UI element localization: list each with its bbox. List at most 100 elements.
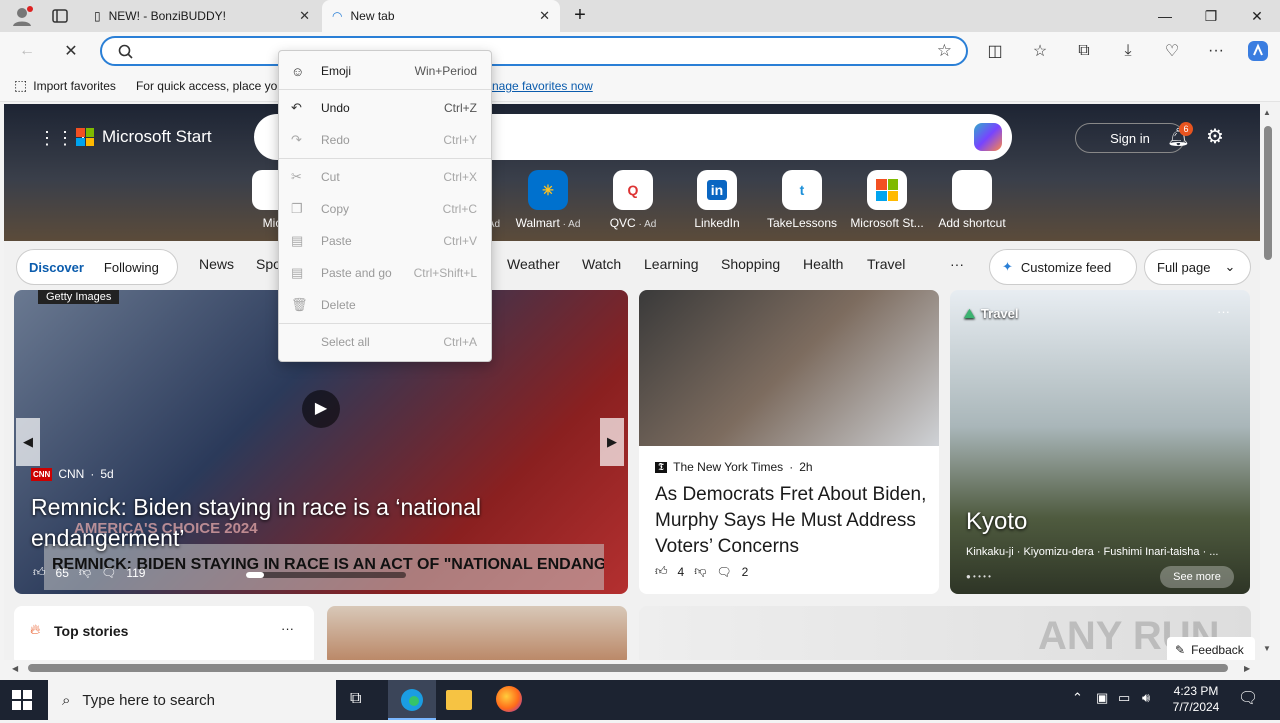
dislike-icon[interactable]: 👎︎: [694, 564, 706, 579]
scrollbar-thumb[interactable]: [1264, 126, 1272, 260]
travel-card[interactable]: ⛰ Travel ··· Kyoto Kinkaku-ji · Kiyomizu…: [950, 290, 1250, 594]
close-tab-icon[interactable]: ✕: [299, 8, 310, 24]
plus-icon: +: [952, 170, 992, 210]
taskbar-search-box[interactable]: ⌕ Type here to search: [48, 680, 336, 720]
firefox-icon[interactable]: [496, 686, 522, 712]
play-video-icon[interactable]: ▶: [302, 390, 340, 428]
see-more-button[interactable]: See more: [1160, 566, 1234, 588]
new-tab-button[interactable]: +: [568, 4, 592, 28]
nav-learning[interactable]: Learning: [644, 256, 699, 272]
menu-item-emoji[interactable]: ☺ Emoji Win+Period: [279, 56, 491, 86]
menu-item-cut[interactable]: ✂ Cut Ctrl+X: [279, 162, 491, 192]
maximize-button[interactable]: ❐: [1188, 0, 1234, 32]
scroll-right-icon[interactable]: ▶: [1244, 664, 1250, 673]
windows-start-icon[interactable]: [12, 690, 34, 710]
shortcut-linkedin[interactable]: in LinkedIn: [677, 170, 757, 230]
shortcut-walmart[interactable]: ✳ Walmart · Ad: [508, 170, 588, 230]
browser-essentials-icon[interactable]: ♡: [1157, 38, 1187, 64]
tab-following[interactable]: Following: [104, 260, 159, 275]
menu-item-undo[interactable]: ↶ Undo Ctrl+Z: [279, 93, 491, 123]
full-page-dropdown[interactable]: Full page ⌄: [1144, 249, 1251, 285]
feedback-button[interactable]: ✎ Feedback: [1167, 637, 1255, 660]
stop-loading-icon[interactable]: ✕: [56, 38, 86, 64]
full-page-label: Full page: [1157, 259, 1211, 275]
nav-watch[interactable]: Watch: [582, 256, 621, 272]
menu-label: Paste and go: [321, 266, 392, 280]
carousel-prev-icon[interactable]: ◀: [16, 418, 40, 466]
volume-icon[interactable]: 🔊︎: [1142, 690, 1150, 706]
carousel-dots[interactable]: ● • • • •: [966, 572, 991, 581]
story-headline[interactable]: Remnick: Biden staying in race is a ‘nat…: [31, 492, 571, 554]
menu-item-redo[interactable]: ↷ Redo Ctrl+Y: [279, 125, 491, 155]
profile-icon[interactable]: [10, 5, 34, 27]
horizontal-scrollbar[interactable]: ◀ ▶: [0, 660, 1260, 680]
nav-travel[interactable]: Travel: [867, 256, 905, 272]
menu-label: Delete: [321, 298, 356, 312]
shortcut-microsoft-store[interactable]: Microsoft St...: [847, 170, 927, 230]
card-more-icon[interactable]: ···: [281, 621, 294, 636]
comment-icon[interactable]: 🗨︎: [101, 566, 116, 580]
device-icon[interactable]: ▣: [1096, 690, 1108, 706]
minimize-button[interactable]: —: [1142, 0, 1188, 32]
taskbar-edge[interactable]: [388, 680, 436, 720]
manage-favorites-link[interactable]: nage favorites now: [492, 79, 593, 93]
nav-weather[interactable]: Weather: [507, 256, 560, 272]
brand[interactable]: Microsoft Start: [76, 127, 212, 147]
address-bar[interactable]: ☆: [100, 36, 968, 66]
add-shortcut-button[interactable]: + Add shortcut: [932, 170, 1012, 230]
nav-news[interactable]: News: [199, 256, 234, 272]
close-tab-icon[interactable]: ✕: [539, 8, 550, 24]
card-more-icon[interactable]: ···: [1217, 304, 1230, 319]
nav-health[interactable]: Health: [803, 256, 843, 272]
like-icon[interactable]: 👍︎: [655, 564, 668, 579]
close-window-button[interactable]: ✕: [1234, 0, 1280, 32]
file-explorer-icon[interactable]: [446, 690, 472, 710]
copilot-icon[interactable]: [974, 123, 1002, 151]
more-menu-icon[interactable]: ···: [1201, 38, 1231, 64]
carousel-next-icon[interactable]: ▶: [600, 418, 624, 466]
scrollbar-thumb[interactable]: [28, 664, 1228, 672]
tab-bonzibuddy[interactable]: ▯ NEW! - BonziBUDDY! ✕: [84, 0, 320, 32]
menu-item-paste-and-go[interactable]: ▤ Paste and go Ctrl+Shift+L: [279, 258, 491, 288]
menu-item-select-all[interactable]: Select all Ctrl+A: [279, 327, 491, 357]
feedback-icon: ✎: [1175, 643, 1186, 657]
shortcut-qvc[interactable]: Q QVC · Ad: [593, 170, 673, 230]
like-icon[interactable]: 👍︎: [33, 565, 46, 580]
story-headline[interactable]: As Democrats Fret About Biden, Murphy Sa…: [655, 482, 931, 560]
vertical-scrollbar[interactable]: ▲ ▼: [1260, 104, 1280, 660]
import-favorites-button[interactable]: Import favorites: [33, 79, 116, 93]
taskbar-clock[interactable]: 4:23 PM 7/7/2024: [1168, 683, 1224, 715]
menu-item-paste[interactable]: ▤ Paste Ctrl+V: [279, 226, 491, 256]
scroll-left-icon[interactable]: ◀: [12, 664, 18, 673]
dislike-icon[interactable]: 👎︎: [79, 565, 91, 580]
copilot-icon[interactable]: [1243, 38, 1273, 64]
settings-gear-icon[interactable]: ⚙: [1206, 124, 1224, 149]
top-stories-title: Top stories: [54, 623, 129, 639]
menu-item-delete[interactable]: 🗑 Delete: [279, 290, 491, 320]
show-hidden-icons-icon[interactable]: ⌃: [1072, 690, 1083, 706]
nav-shopping[interactable]: Shopping: [721, 256, 780, 272]
back-arrow-icon[interactable]: ←: [12, 38, 42, 64]
favorites-icon[interactable]: ☆: [1025, 38, 1055, 64]
customize-feed-button[interactable]: ✦ Customize feed: [989, 249, 1137, 285]
split-screen-icon[interactable]: ◫: [980, 38, 1010, 64]
notifications-icon[interactable]: 🗨︎: [1238, 688, 1258, 708]
menu-label: Redo: [321, 133, 350, 147]
tab-new-tab[interactable]: ◠ New tab ✕: [322, 0, 560, 32]
news-card[interactable]: 𝕿 The New York Times · 2h As Democrats Fr…: [639, 290, 939, 594]
favorite-star-icon[interactable]: ☆: [937, 41, 952, 61]
downloads-icon[interactable]: ⤓: [1113, 38, 1143, 64]
story-image[interactable]: [327, 606, 627, 660]
carousel-dots[interactable]: [246, 572, 406, 578]
tab-discover[interactable]: Discover: [29, 260, 84, 275]
shortcut-takelessons[interactable]: t TakeLessons: [762, 170, 842, 230]
scroll-down-icon[interactable]: ▼: [1263, 644, 1271, 653]
menu-item-copy[interactable]: ❐ Copy Ctrl+C: [279, 194, 491, 224]
comment-icon[interactable]: 🗨︎: [716, 565, 731, 579]
nav-more-icon[interactable]: ···: [950, 256, 964, 272]
collections-icon[interactable]: ⧉: [1069, 38, 1099, 64]
tab-actions-icon[interactable]: [50, 6, 72, 26]
network-icon[interactable]: ▭: [1118, 690, 1130, 706]
task-view-icon[interactable]: ⧉: [350, 690, 361, 708]
scroll-up-icon[interactable]: ▲: [1263, 108, 1271, 117]
